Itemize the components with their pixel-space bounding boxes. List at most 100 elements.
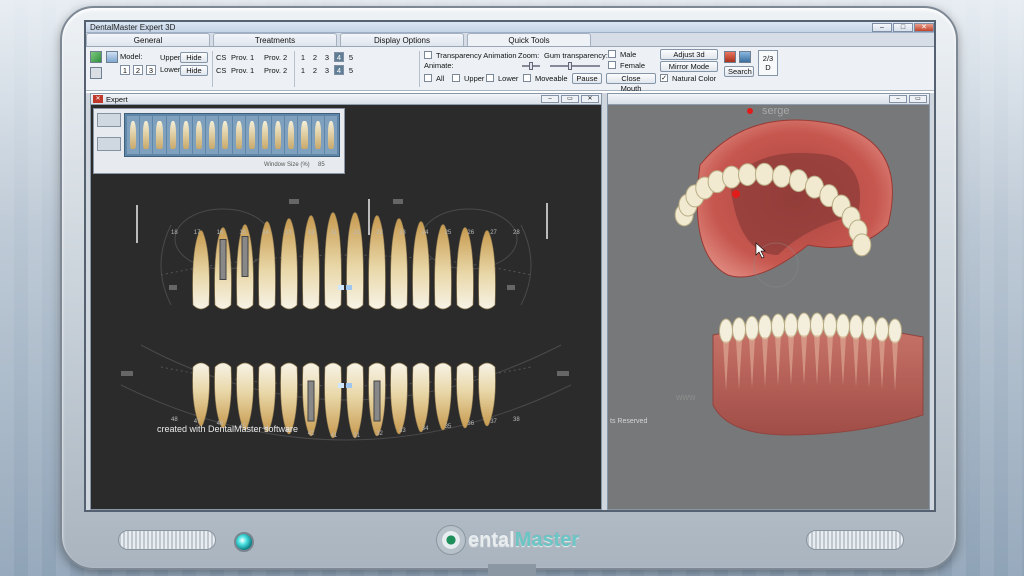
- pane-restore-icon[interactable]: ▭: [561, 95, 579, 103]
- layer-upper-1[interactable]: 1: [298, 52, 308, 62]
- 3d-lower-tooth[interactable]: [758, 314, 772, 340]
- blue-tool-icon[interactable]: [739, 51, 751, 63]
- 3d-lower-tooth[interactable]: [836, 313, 850, 339]
- 3d-upper-tooth[interactable]: [737, 163, 757, 187]
- cs-upper-label[interactable]: CS: [216, 53, 226, 62]
- search-button[interactable]: Search: [724, 66, 754, 77]
- strip-tooth[interactable]: [324, 116, 337, 154]
- layer-lower-1[interactable]: 1: [298, 65, 308, 75]
- tab-general[interactable]: General: [86, 33, 210, 46]
- layer-lower-4[interactable]: 4: [334, 65, 344, 75]
- 3d-lower-tooth[interactable]: [875, 317, 889, 343]
- implant-screw[interactable]: [373, 380, 381, 422]
- strip-tooth[interactable]: [206, 116, 219, 154]
- layer-lower-3[interactable]: 3: [322, 65, 332, 75]
- 3d-lower-tooth[interactable]: [888, 318, 902, 344]
- lower-tooth[interactable]: [390, 362, 408, 435]
- prov1-lower-label[interactable]: Prov. 1: [231, 66, 254, 75]
- lower-tooth[interactable]: [324, 362, 342, 439]
- mirror-mode-button[interactable]: Mirror Mode: [660, 61, 718, 72]
- pane-minimize-icon[interactable]: –: [541, 95, 559, 103]
- strip-tooth[interactable]: [272, 116, 285, 154]
- print-icon[interactable]: [90, 67, 102, 79]
- 3d-restore-icon[interactable]: ▭: [909, 95, 927, 103]
- layer-upper-5[interactable]: 5: [346, 52, 356, 62]
- prov2-lower-label[interactable]: Prov. 2: [264, 66, 287, 75]
- upper-tooth[interactable]: [192, 230, 210, 310]
- lower-tooth[interactable]: [258, 362, 276, 433]
- strip-tooth[interactable]: [298, 116, 311, 154]
- lower-tooth[interactable]: [236, 362, 254, 431]
- layer-upper-4[interactable]: 4: [334, 52, 344, 62]
- 3d-upper-tooth[interactable]: [789, 169, 809, 193]
- gum-transparency-slider[interactable]: [550, 62, 600, 70]
- natural-color-checkbox[interactable]: ✓: [660, 74, 668, 82]
- zoom-slider[interactable]: [522, 62, 540, 70]
- pause-button[interactable]: Pause: [572, 73, 602, 84]
- strip-tooth[interactable]: [127, 116, 140, 154]
- tab-treatments[interactable]: Treatments: [213, 33, 337, 46]
- male-checkbox[interactable]: [608, 50, 616, 58]
- hide-upper-button[interactable]: Hide: [180, 52, 208, 63]
- implant-screw[interactable]: [219, 239, 227, 280]
- prov1-upper-label[interactable]: Prov. 1: [231, 53, 254, 62]
- 3d-lower-tooth[interactable]: [771, 313, 785, 339]
- 3d-lower-tooth[interactable]: [732, 317, 746, 343]
- 3d-lower-tooth[interactable]: [719, 318, 733, 344]
- 3d-lower-tooth[interactable]: [745, 315, 759, 341]
- 3d-upper-tooth[interactable]: [722, 165, 742, 189]
- layer-lower-2[interactable]: 2: [310, 65, 320, 75]
- animate-upper-checkbox[interactable]: [452, 74, 460, 82]
- pane-close-icon[interactable]: ✕: [93, 95, 103, 103]
- strip-tooth[interactable]: [285, 116, 298, 154]
- lower-tooth[interactable]: [214, 362, 232, 429]
- lower-tooth[interactable]: [346, 362, 364, 439]
- 3d-lower-tooth[interactable]: [784, 312, 798, 338]
- tooth-strip[interactable]: [124, 113, 340, 157]
- maximize-icon[interactable]: □: [893, 22, 913, 32]
- close-icon[interactable]: ✕: [914, 22, 934, 32]
- upper-tooth[interactable]: [434, 224, 452, 310]
- strip-tooth[interactable]: [245, 116, 258, 154]
- model-button-2[interactable]: 2: [133, 65, 143, 75]
- moveable-checkbox[interactable]: [523, 74, 531, 82]
- animate-all-checkbox[interactable]: [424, 74, 432, 82]
- lower-tooth[interactable]: [412, 362, 430, 433]
- hide-lower-button[interactable]: Hide: [180, 65, 208, 76]
- 3d-lower-tooth[interactable]: [862, 315, 876, 341]
- strip-tooth[interactable]: [166, 116, 179, 154]
- lower-tooth[interactable]: [192, 362, 210, 427]
- strip-tooth[interactable]: [192, 116, 206, 154]
- 3d-lower-tooth[interactable]: [823, 312, 837, 338]
- transparency-animation-checkbox[interactable]: [424, 51, 432, 59]
- tab-quick-tools[interactable]: Quick Tools: [467, 33, 591, 46]
- model-icon[interactable]: [106, 51, 118, 63]
- strip-tooth[interactable]: [311, 116, 324, 154]
- 3d-jaw-view[interactable]: [608, 105, 929, 509]
- 3d-lower-tooth[interactable]: [797, 312, 811, 338]
- strip-thumb-lower[interactable]: [97, 137, 121, 151]
- pane-close-x-icon[interactable]: ✕: [581, 95, 599, 103]
- red-tool-icon[interactable]: [724, 51, 736, 63]
- implant-screw[interactable]: [241, 236, 249, 277]
- lower-tooth[interactable]: [434, 362, 452, 431]
- view-toggle[interactable]: 2/3 D: [758, 50, 778, 76]
- minimize-icon[interactable]: –: [872, 22, 892, 32]
- 3d-upper-tooth[interactable]: [754, 162, 774, 186]
- 3d-upper-tooth[interactable]: [852, 233, 872, 257]
- upper-teeth[interactable]: [192, 212, 496, 310]
- upper-tooth[interactable]: [478, 230, 496, 310]
- layer-upper-3[interactable]: 3: [322, 52, 332, 62]
- 3d-lower-tooth[interactable]: [810, 312, 824, 338]
- cs-lower-label[interactable]: CS: [216, 66, 226, 75]
- strip-tooth[interactable]: [179, 116, 192, 154]
- 3d-minimize-icon[interactable]: –: [889, 95, 907, 103]
- power-icon[interactable]: [234, 532, 254, 552]
- strip-tooth[interactable]: [219, 116, 232, 154]
- strip-tooth[interactable]: [153, 116, 166, 154]
- adjust-3d-model-button[interactable]: Adjust 3d Model: [660, 49, 718, 69]
- female-checkbox[interactable]: [608, 61, 616, 69]
- layer-lower-5[interactable]: 5: [346, 65, 356, 75]
- close-mouth-button[interactable]: Close Mouth: [606, 73, 656, 93]
- lower-tooth[interactable]: [456, 362, 474, 429]
